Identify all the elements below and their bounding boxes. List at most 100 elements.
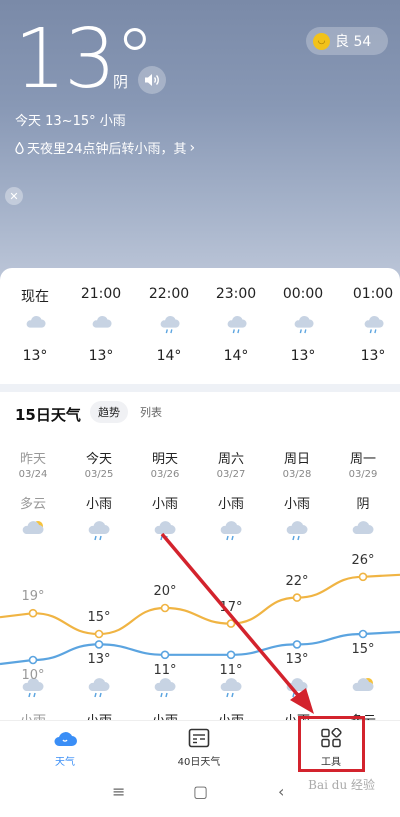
daily-item[interactable]: 明天 03/26 小雨 小雨: [132, 436, 198, 722]
daily-item[interactable]: 今天 03/25 小雨 小雨: [66, 436, 132, 722]
raindrop-icon: [15, 141, 24, 154]
hour-time: 00:00: [282, 286, 324, 302]
day-date: 03/27: [216, 469, 246, 480]
hourly-item[interactable]: 00:00 13°: [270, 268, 336, 384]
air-quality-label: 良 54: [335, 34, 372, 50]
high-temp-label: 20°: [153, 584, 177, 599]
nav-forty-day[interactable]: 40日天气: [154, 727, 244, 768]
day-condition: 小雨: [85, 497, 112, 512]
annotation-highlight-box: [298, 716, 365, 772]
light-rain-icon: [154, 678, 176, 698]
night-icon-wrap: [284, 676, 310, 698]
light-rain-icon: [364, 315, 384, 334]
night-icon-wrap: [152, 676, 178, 698]
close-icon[interactable]: ✕: [5, 187, 23, 205]
current-condition: 阴: [113, 73, 129, 91]
nav-forty-day-label: 40日天气: [177, 757, 221, 768]
air-quality-badge[interactable]: ◡ 良 54: [306, 27, 388, 55]
hour-time: 21:00: [80, 286, 122, 302]
hour-icon-wrap: [225, 314, 249, 334]
current-temperature: 13°: [14, 12, 155, 107]
hour-time: 22:00: [148, 286, 190, 302]
day-name: 明天: [151, 452, 178, 467]
daily-forecast-title: 15日天气: [15, 406, 81, 424]
day-date: 03/25: [84, 469, 114, 480]
night-icon-wrap: [350, 676, 376, 698]
hour-icon-wrap: [292, 314, 316, 334]
light-rain-icon: [154, 521, 176, 541]
high-temp-label: 15°: [87, 610, 111, 625]
watermark: Bai du 经验: [308, 778, 375, 792]
hourly-item[interactable]: 01:00 13°: [340, 268, 400, 384]
low-temp-label: 15°: [351, 642, 375, 657]
hour-temp: 13°: [360, 348, 386, 364]
low-temp-label: 11°: [219, 662, 243, 678]
day-condition: 小雨: [217, 497, 244, 512]
light-rain-icon: [88, 521, 110, 541]
day-icon-wrap: [20, 519, 46, 541]
daily-item[interactable]: 周一 03/29 阴多云: [330, 436, 396, 722]
hour-time: 01:00: [352, 286, 394, 302]
day-name: 昨天: [19, 452, 46, 467]
hourly-item[interactable]: 22:00 14°: [136, 268, 202, 384]
light-rain-icon: [88, 678, 110, 698]
day-name: 周日: [283, 452, 310, 467]
low-temp-label: 10°: [21, 668, 45, 683]
air-quality-icon: ◡: [313, 32, 330, 50]
weather-header: 13° 阴 ◡ 良 54 今天 13~15° 小雨 天夜里24点钟后转小雨，其 …: [0, 0, 400, 300]
light-rain-icon: [227, 315, 247, 334]
day-date: 03/24: [18, 469, 48, 480]
light-rain-icon: [220, 678, 242, 698]
day-icon-wrap: [350, 519, 376, 541]
day-date: 03/29: [348, 469, 378, 480]
hour-icon-wrap: [158, 314, 182, 334]
tab-list[interactable]: 列表: [140, 404, 162, 420]
hour-icon-wrap: [90, 314, 114, 334]
precipitation-alert[interactable]: 天夜里24点钟后转小雨，其 ›: [15, 138, 195, 157]
light-rain-icon: [286, 678, 308, 698]
hour-temp: 13°: [290, 348, 316, 364]
high-temp-label: 26°: [351, 552, 375, 568]
hour-icon-wrap: [24, 314, 48, 334]
low-temp-label: 11°: [153, 662, 177, 678]
cloudy-icon: [92, 315, 112, 328]
day-icon-wrap: [86, 519, 112, 541]
hour-time: 23:00: [215, 286, 257, 302]
hourly-item[interactable]: 21:00 13°: [68, 268, 134, 384]
nav-weather[interactable]: 天气: [20, 727, 110, 768]
hour-time: 现在: [21, 289, 49, 305]
daily-forecast[interactable]: 15日天气 趋势 列表 昨天 03/24 多云 小雨 今天 03/25 小雨 小雨 明天 03/2…: [0, 392, 400, 722]
night-icon-wrap: [218, 676, 244, 698]
calendar-icon: [188, 728, 210, 748]
cloudy-icon: [352, 521, 374, 534]
day-condition: 小雨: [151, 497, 178, 512]
day-name: 周一: [349, 452, 376, 467]
back-icon[interactable]: ‹: [278, 782, 284, 801]
day-date: 03/28: [282, 469, 312, 480]
day-condition: 多云: [19, 497, 46, 512]
speaker-button[interactable]: [138, 66, 166, 94]
home-icon[interactable]: ▢: [193, 782, 208, 801]
hourly-item[interactable]: 现在 13°: [2, 268, 68, 384]
high-temp-label: 17°: [219, 599, 243, 615]
nav-weather-label: 天气: [55, 757, 75, 768]
high-temp-label: 22°: [285, 573, 309, 589]
low-temp-label: 13°: [285, 652, 309, 668]
day-name: 周六: [217, 452, 244, 467]
partly-cloudy-icon: [22, 521, 44, 534]
hour-temp: 14°: [156, 348, 182, 364]
day-icon-wrap: [152, 519, 178, 541]
day-name: 今天: [85, 452, 112, 467]
speaker-icon: [145, 74, 159, 86]
menu-icon[interactable]: ≡: [112, 782, 125, 801]
hour-temp: 13°: [22, 348, 48, 364]
hour-icon-wrap: [362, 314, 386, 334]
hourly-item[interactable]: 23:00 14°: [203, 268, 269, 384]
hour-temp: 13°: [88, 348, 114, 364]
tab-trend[interactable]: 趋势: [90, 401, 128, 423]
daily-item[interactable]: 周六 03/27 小雨 小雨: [198, 436, 264, 722]
light-rain-icon: [294, 315, 314, 334]
hourly-forecast[interactable]: 现在 13° 21:00 13° 22:00 14° 23:00 14° 00:00 13° 01:…: [0, 268, 400, 384]
light-rain-icon: [286, 521, 308, 541]
day-icon-wrap: [218, 519, 244, 541]
